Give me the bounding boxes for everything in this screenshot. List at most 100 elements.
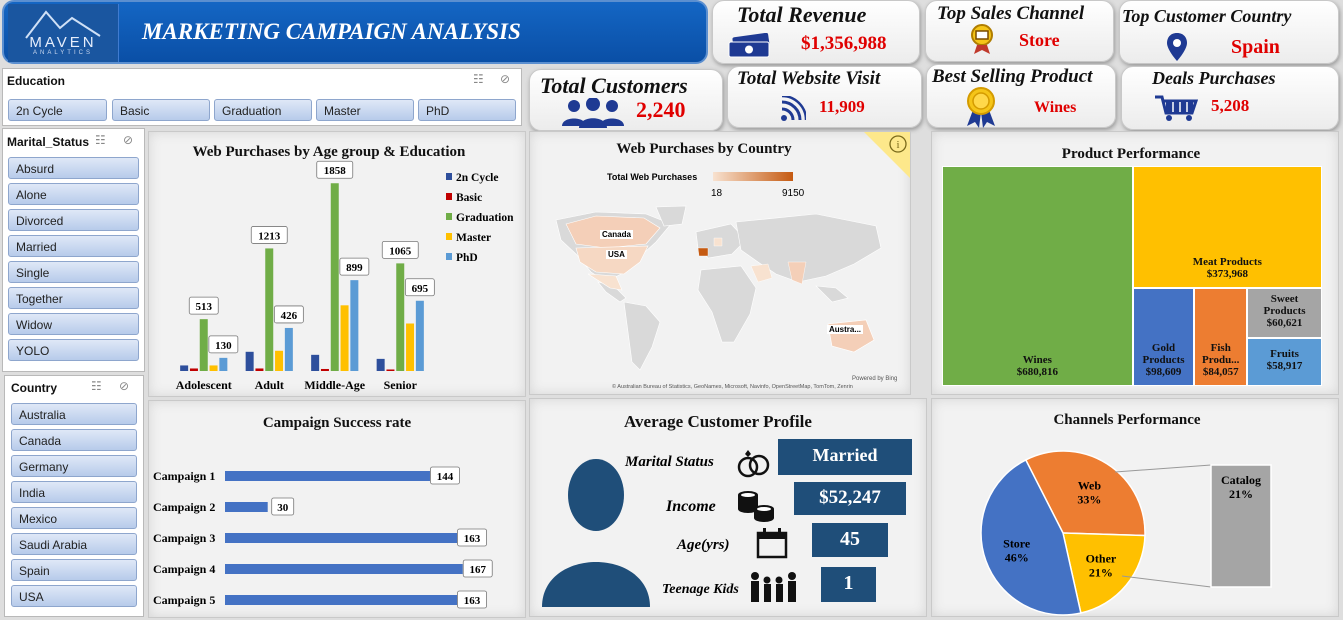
slicer-item-germany[interactable]: Germany <box>11 455 137 477</box>
legend-entry: Graduation <box>456 212 514 224</box>
treemap-value: $84,057 <box>1202 365 1239 378</box>
bar-master <box>406 323 415 371</box>
money-icon <box>728 33 770 58</box>
slicer-title: Marital_Status <box>7 135 90 149</box>
bar-graduation <box>265 248 274 371</box>
chart-title: Product Performance <box>1061 146 1201 162</box>
age-education-bar-chart: 513 130 Adolescent 1213 426 Adult 1858 899 Middl… <box>176 160 514 392</box>
treemap-value: $60,621 <box>1266 316 1303 329</box>
legend-entry: Basic <box>456 192 482 204</box>
slicer-title: Education <box>7 74 66 88</box>
clear-filter-icon[interactable]: ⊘ <box>119 379 129 393</box>
store-icon <box>971 24 993 54</box>
map-powered-by: Powered by Bing <box>852 376 898 382</box>
x-tick-label: Adult <box>255 378 284 392</box>
slicer-item-divorced[interactable]: Divorced <box>8 209 139 231</box>
map-credits: © Australian Bureau of Statistics, GeoNa… <box>612 384 853 390</box>
data-label: 167 <box>469 564 486 576</box>
y-tick-label: Campaign 2 <box>153 500 215 514</box>
slicer-item-together[interactable]: Together <box>8 287 139 309</box>
treemap-tile-sweet-products[interactable]: Sweet Products $60,621 <box>1247 287 1322 338</box>
bar-basic <box>255 368 264 371</box>
slicer-item-india[interactable]: India <box>11 481 137 503</box>
pie-label-name: Store <box>1003 537 1031 551</box>
wifi-icon <box>781 96 806 121</box>
slicer-item-basic[interactable]: Basic <box>112 99 210 121</box>
x-tick-label: Adolescent <box>176 378 232 392</box>
slicer-item-absurd[interactable]: Absurd <box>8 157 139 179</box>
kpi-value: 2,240 <box>636 97 686 122</box>
slicer-item-usa[interactable]: USA <box>11 585 137 607</box>
campaign-panel: Campaign Success rate Campaign 1 144 Campa… <box>148 400 526 618</box>
maven-logo: MAVEN ANALYTICS <box>8 4 119 62</box>
treemap-value: $98,609 <box>1145 365 1182 378</box>
map-region-germany[interactable] <box>713 237 723 247</box>
map-region-saudi-arabia[interactable] <box>750 263 773 283</box>
treemap-name: Meat Products <box>1192 255 1262 268</box>
bar-basic <box>189 368 198 371</box>
multi-select-icon[interactable]: ☷ <box>95 133 106 147</box>
campaign-bar <box>225 595 458 605</box>
logo-text: MAVEN <box>29 34 97 51</box>
campaign-bar <box>225 471 430 481</box>
treemap-name: Wines <box>1022 354 1052 366</box>
map-legend-title: Total Web Purchases <box>607 172 698 182</box>
bar-2n-cycle <box>180 365 189 371</box>
slicer-item-australia[interactable]: Australia <box>11 403 137 425</box>
product-performance-panel: Product Performance Wines $680,816 Meat Pr… <box>931 131 1339 395</box>
info-icon[interactable]: i <box>864 132 910 178</box>
slicer-item-married[interactable]: Married <box>8 235 139 257</box>
slicer-item-canada[interactable]: Canada <box>11 429 137 451</box>
slicer-item-master[interactable]: Master <box>316 99 414 121</box>
breakout-connector <box>1114 464 1212 473</box>
rings-icon <box>737 450 770 478</box>
slicer-item-graduation[interactable]: Graduation <box>214 99 312 121</box>
marital-status-slicer: Marital_Status ☷ ⊘ Absurd Alone Divorced… <box>2 128 145 372</box>
legend-swatch <box>446 193 452 200</box>
treemap-name: Sweet Products <box>1263 292 1306 317</box>
slicer-item-single[interactable]: Single <box>8 261 139 283</box>
slicer-item-yolo[interactable]: YOLO <box>8 339 139 361</box>
bar-master <box>340 305 349 371</box>
campaign-bar <box>225 502 268 512</box>
map-legend-gradient <box>713 172 793 181</box>
slicer-item-2n-cycle[interactable]: 2n Cycle <box>8 99 107 121</box>
slicer-item-phd[interactable]: PhD <box>418 99 516 121</box>
kpi-label: Total Website Visit <box>737 68 881 89</box>
page-title: MARKETING CAMPAIGN ANALYSIS <box>142 19 521 44</box>
data-label: 1213 <box>258 230 281 242</box>
kpi-total-customers: Total Customers 2,240 <box>529 69 723 131</box>
slicer-item-widow[interactable]: Widow <box>8 313 139 335</box>
channels-pie-chart: Web33%Other21%Store46%Catalog21% <box>980 450 1272 616</box>
profile-label-marital: Marital Status <box>625 454 714 470</box>
treemap-tile-wines[interactable]: Wines $680,816 <box>942 166 1133 386</box>
kpi-value: Store <box>1019 30 1060 50</box>
slicer-item-spain[interactable]: Spain <box>11 559 137 581</box>
multi-select-icon[interactable]: ☷ <box>473 72 484 86</box>
legend-swatch <box>446 253 452 260</box>
slicer-item-mexico[interactable]: Mexico <box>11 507 137 529</box>
slicer-item-alone[interactable]: Alone <box>8 183 139 205</box>
map-region-spain[interactable] <box>697 247 709 257</box>
clear-filter-icon[interactable]: ⊘ <box>123 133 133 147</box>
slicer-title: Country <box>11 381 57 395</box>
bar-basic <box>320 368 329 371</box>
treemap-tile-fish-produ[interactable]: Fish Produ... $84,057 <box>1194 287 1248 386</box>
profile-value-teenage-kids: 1 <box>821 567 876 602</box>
x-tick-label: Senior <box>384 378 418 392</box>
profile-title: Average Customer Profile <box>624 412 812 431</box>
slicer-item-saudi-arabia[interactable]: Saudi Arabia <box>11 533 137 555</box>
legend-swatch <box>446 233 452 240</box>
clear-filter-icon[interactable]: ⊘ <box>500 72 510 86</box>
bar-phd <box>415 300 424 371</box>
treemap-tile-fruits[interactable]: Fruits $58,917 <box>1247 337 1322 386</box>
treemap-tile-gold-products[interactable]: Gold Products $98,609 <box>1132 287 1195 386</box>
kpi-value: 11,909 <box>819 97 865 116</box>
world-map[interactable] <box>536 202 906 382</box>
campaign-bar <box>225 564 463 574</box>
multi-select-icon[interactable]: ☷ <box>91 379 102 393</box>
people-icon <box>562 98 624 128</box>
map-label-usa: USA <box>606 250 627 259</box>
treemap-tile-meat-products[interactable]: Meat Products $373,968 <box>1132 166 1322 288</box>
data-label: 1065 <box>389 245 412 257</box>
